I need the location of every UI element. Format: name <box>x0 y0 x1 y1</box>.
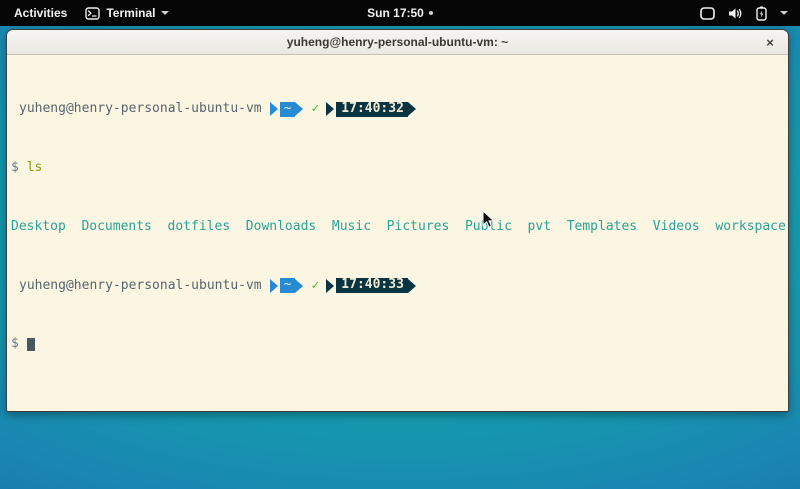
prompt-line-2: yuheng@henry-personal-ubuntu-vm ~ ✓ 17:4… <box>11 279 784 294</box>
volume-icon <box>728 7 743 20</box>
battery-charging-icon <box>756 6 767 21</box>
topbar-left: Activities Terminal <box>0 4 169 22</box>
system-status-area[interactable] <box>700 6 800 21</box>
terminal-content[interactable]: yuheng@henry-personal-ubuntu-vm ~ ✓ 17:4… <box>7 55 788 412</box>
app-menu-terminal[interactable]: Terminal <box>85 6 169 20</box>
ls-output: Desktop Documents dotfiles Downloads Mus… <box>11 220 784 235</box>
command-text: ls <box>27 161 43 176</box>
status-check-icon: ✓ <box>311 102 319 117</box>
terminal-cursor <box>27 338 35 351</box>
terminal-icon <box>85 7 100 20</box>
prompt-path-segment: ~ <box>280 102 296 117</box>
input-line[interactable]: $ <box>11 337 784 352</box>
clock-button[interactable]: Sun 17:50 <box>367 6 424 20</box>
powerline-arrow-icon <box>295 279 303 293</box>
command-line: $ ls <box>11 161 784 176</box>
notification-dot-icon <box>429 11 433 15</box>
app-menu-label: Terminal <box>106 6 155 20</box>
powerline-arrow-icon <box>270 279 278 293</box>
chevron-down-icon <box>161 11 169 15</box>
prompt-time-segment: 17:40:32 <box>336 102 408 117</box>
close-icon[interactable]: × <box>758 30 782 55</box>
prompt-host: yuheng@henry-personal-ubuntu-vm <box>19 279 262 294</box>
screen-icon <box>700 7 715 20</box>
prompt-line-1: yuheng@henry-personal-ubuntu-vm ~ ✓ 17:4… <box>11 102 784 117</box>
terminal-window: yuheng@henry-personal-ubuntu-vm: ~ × yuh… <box>6 29 789 412</box>
powerline-arrow-icon <box>326 279 334 293</box>
gnome-top-bar: Activities Terminal Sun 17:50 <box>0 0 800 26</box>
window-titlebar[interactable]: yuheng@henry-personal-ubuntu-vm: ~ × <box>7 30 788 55</box>
chevron-down-icon <box>780 11 788 15</box>
desktop-background: Activities Terminal Sun 17:50 <box>0 0 800 489</box>
activities-button[interactable]: Activities <box>10 4 71 22</box>
powerline-arrow-icon <box>326 102 334 116</box>
prompt-char: $ <box>11 161 19 176</box>
prompt-host: yuheng@henry-personal-ubuntu-vm <box>19 102 262 117</box>
powerline-arrow-icon <box>295 102 303 116</box>
powerline-arrow-icon <box>408 279 416 293</box>
window-title: yuheng@henry-personal-ubuntu-vm: ~ <box>287 35 508 49</box>
status-check-icon: ✓ <box>311 279 319 294</box>
prompt-char: $ <box>11 337 19 352</box>
powerline-arrow-icon <box>270 102 278 116</box>
prompt-path-segment: ~ <box>280 278 296 293</box>
prompt-time-segment: 17:40:33 <box>336 278 408 293</box>
powerline-arrow-icon <box>408 102 416 116</box>
